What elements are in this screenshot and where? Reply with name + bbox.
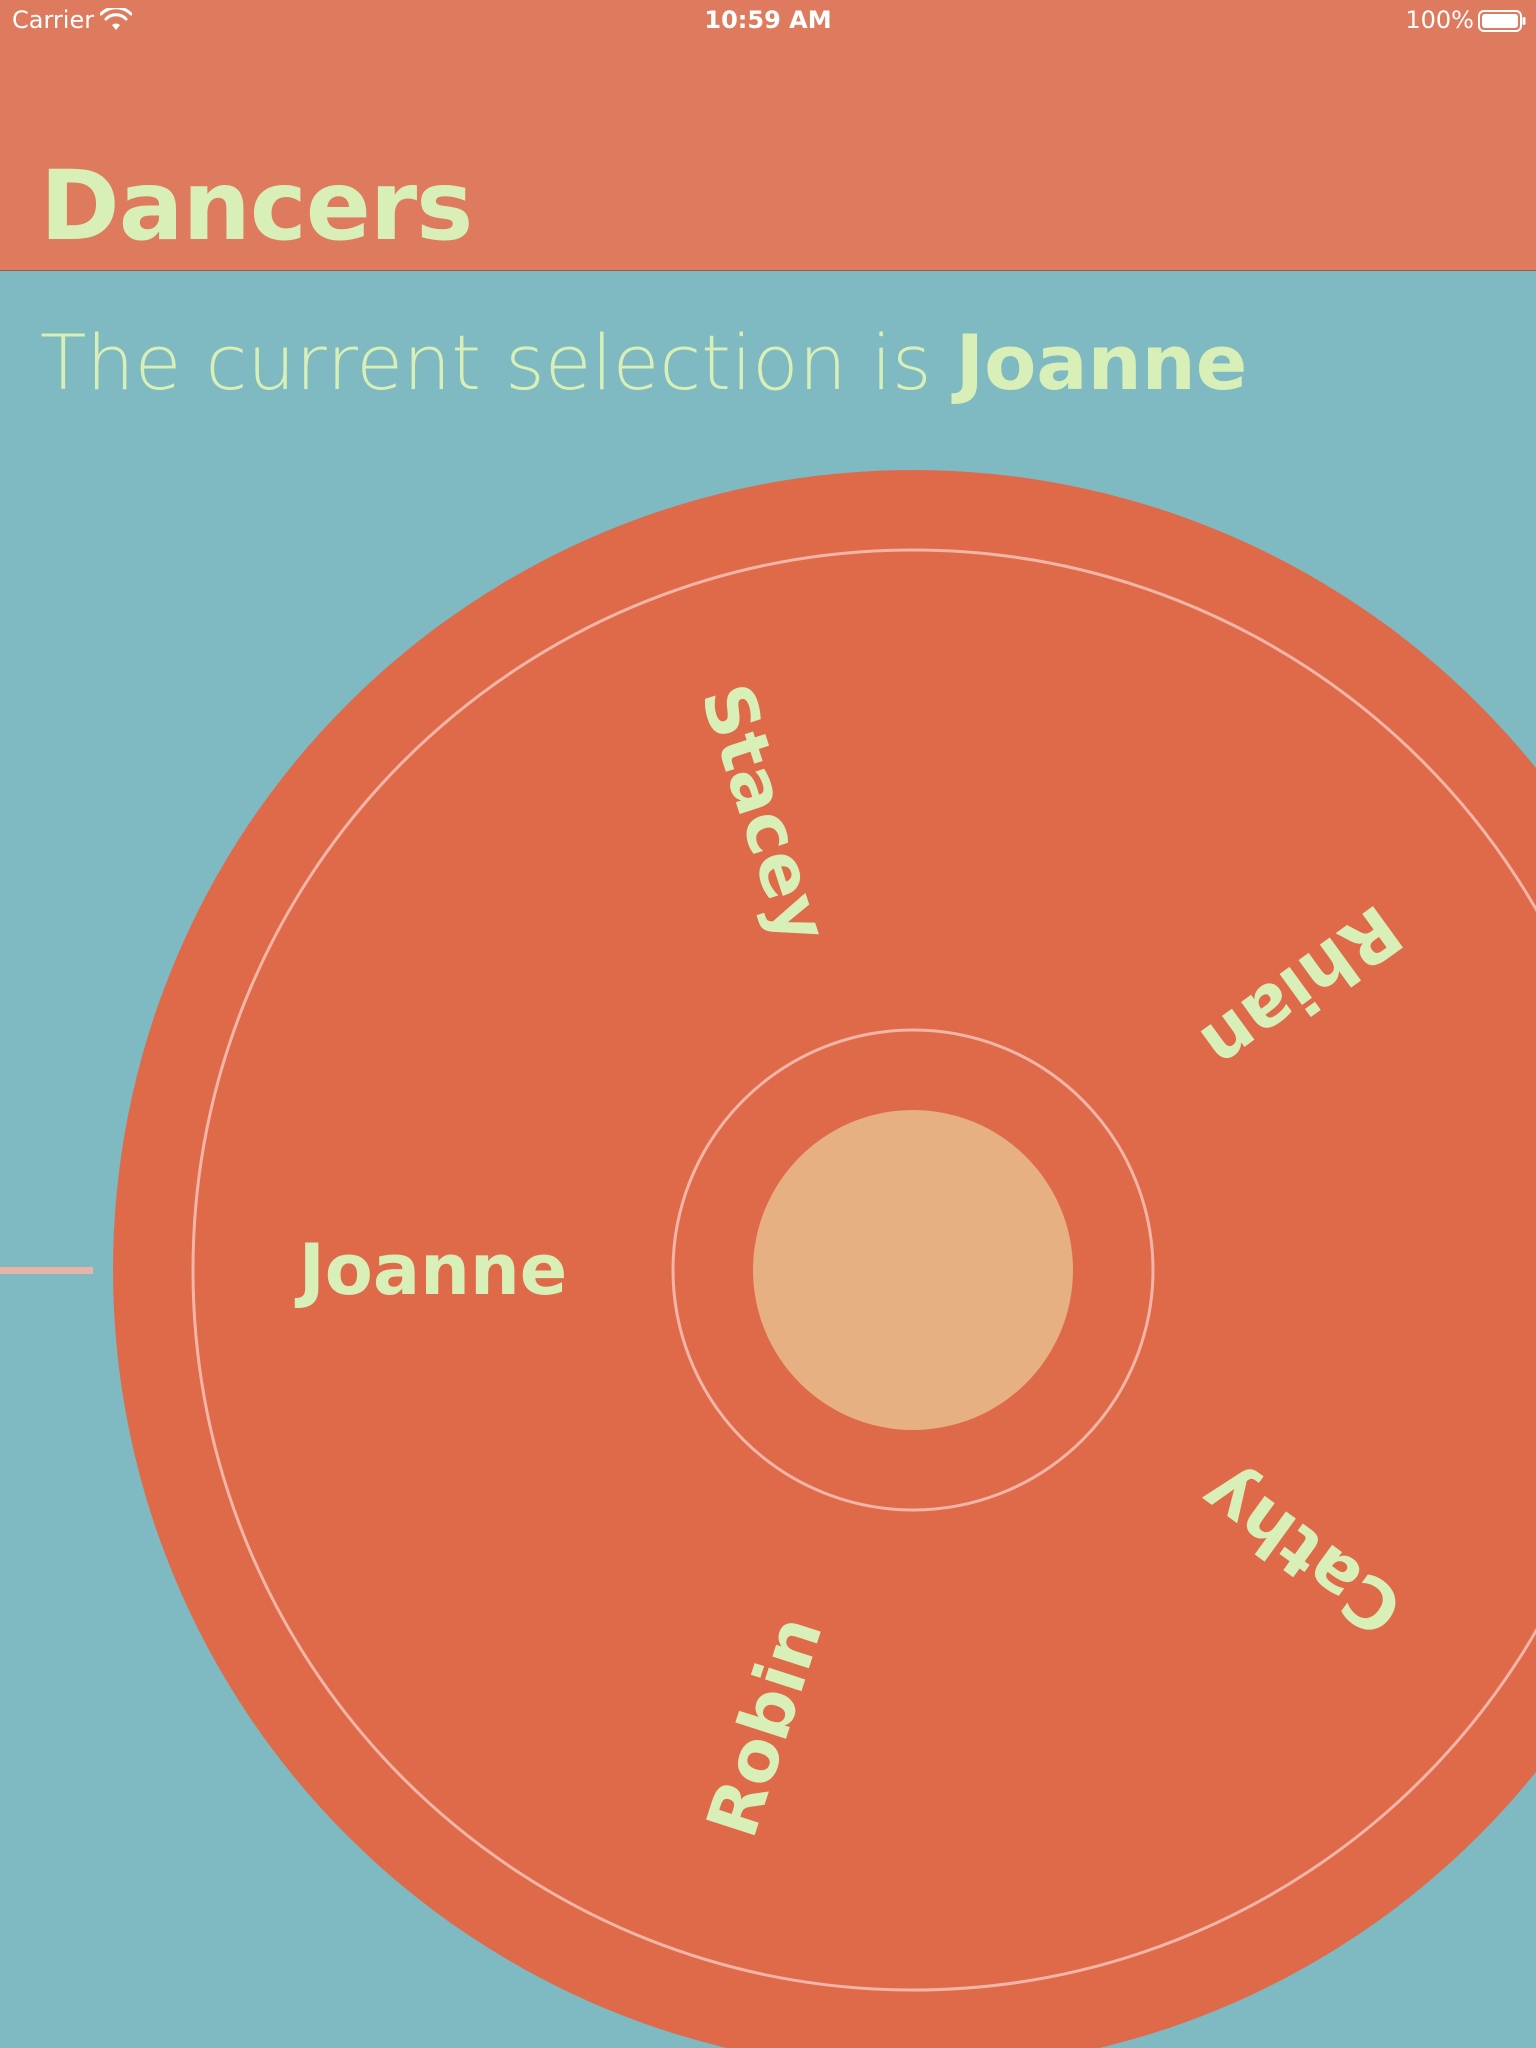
wheel-item-joanne[interactable]: Joanne	[295, 1229, 568, 1311]
selection-indicator	[0, 1267, 93, 1274]
rotary-wheel[interactable]: JoanneStaceyRhianCathyRobin	[0, 0, 1536, 2048]
wheel-hub[interactable]	[753, 1110, 1073, 1430]
